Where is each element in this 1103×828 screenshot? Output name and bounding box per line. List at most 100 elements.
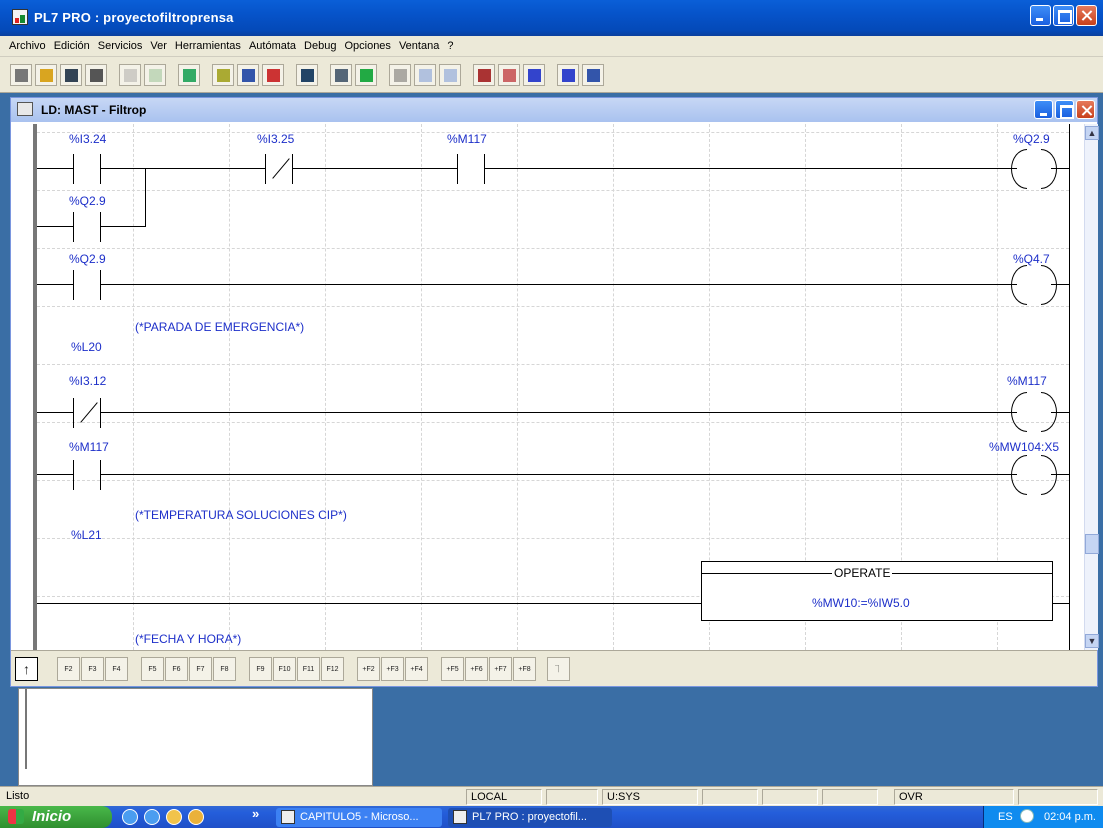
no-contact[interactable] (73, 270, 101, 300)
browser-icon[interactable] (144, 809, 160, 825)
ie-icon[interactable] (122, 809, 138, 825)
menu-debug[interactable]: Debug (300, 40, 340, 52)
toolbar-separator (380, 64, 386, 86)
undo-icon[interactable] (119, 64, 141, 86)
oper-icon[interactable]: +F3 (381, 657, 404, 681)
stop-icon[interactable] (414, 64, 436, 86)
menu-ver[interactable]: Ver (146, 40, 171, 52)
variables-icon[interactable] (262, 64, 284, 86)
folder-icon[interactable] (166, 809, 182, 825)
status-user: U:SYS (602, 789, 698, 805)
pl7-task-icon (453, 810, 467, 824)
cascade-icon[interactable] (498, 64, 520, 86)
no-contact-icon[interactable]: F2 (57, 657, 80, 681)
set-coil-icon[interactable]: F11 (297, 657, 320, 681)
validate-icon[interactable] (144, 64, 166, 86)
rung-label: %L20 (71, 340, 102, 354)
neg-coil-icon[interactable]: F10 (273, 657, 296, 681)
task-word[interactable]: CAPITULO5 - Microso... (276, 808, 442, 827)
menu-opciones[interactable]: Opciones (340, 40, 394, 52)
scroll-thumb[interactable] (1085, 534, 1099, 554)
operate-block[interactable]: OPERATE %MW10:=%IW5.0 (701, 561, 1053, 621)
close-button[interactable] (1076, 5, 1097, 26)
context-help-icon[interactable] (582, 64, 604, 86)
reset-coil-icon[interactable]: F12 (321, 657, 344, 681)
language-indicator[interactable]: ES (998, 806, 1013, 828)
tile-icon[interactable] (473, 64, 495, 86)
ladder-diagram[interactable]: %I3.24 %I3.25 %M117 %Q2.9 %Q2.9 %Q2.9 %Q… (19, 124, 1083, 650)
menu-herramientas[interactable]: Herramientas (171, 40, 245, 52)
no-contact[interactable] (457, 154, 485, 184)
nc-contact[interactable] (73, 398, 101, 428)
find-icon[interactable] (237, 64, 259, 86)
jump-icon[interactable]: +F2 (357, 657, 380, 681)
task-pl7[interactable]: PL7 PRO : proyectofil... (448, 808, 612, 827)
nc-contact-icon[interactable]: F3 (81, 657, 104, 681)
init-icon[interactable] (439, 64, 461, 86)
menu-servicios[interactable]: Servicios (94, 40, 147, 52)
print-icon[interactable] (85, 64, 107, 86)
coil[interactable] (1011, 149, 1057, 189)
comp-v-icon[interactable]: +F5 (441, 657, 464, 681)
menu-help[interactable]: ? (443, 40, 457, 52)
help-icon[interactable] (557, 64, 579, 86)
coil[interactable] (1011, 392, 1057, 432)
maximize-button[interactable] (1053, 5, 1074, 26)
up-arrow-icon[interactable]: ↑ (15, 657, 38, 681)
status-empty (546, 789, 598, 805)
menu-edicion[interactable]: Edición (50, 40, 94, 52)
call-icon[interactable]: +F6 (465, 657, 488, 681)
ld-close-button[interactable] (1076, 100, 1095, 119)
contact-label: %M117 (69, 440, 109, 454)
vertical-scrollbar[interactable]: ▲ ▼ (1084, 124, 1099, 650)
save-icon[interactable] (60, 64, 82, 86)
menu-automata[interactable]: Autómata (245, 40, 300, 52)
status-empty (1018, 789, 1098, 805)
app-title-bar[interactable]: PL7 PRO : proyectofiltroprensa (0, 0, 1103, 36)
menu-ventana[interactable]: Ventana (395, 40, 443, 52)
scroll-up-icon[interactable]: ▲ (1085, 126, 1099, 140)
io-icon[interactable] (296, 64, 318, 86)
task-label: PL7 PRO : proyectofil... (472, 811, 587, 823)
pl7-app-icon[interactable] (12, 9, 28, 25)
return-icon[interactable]: ⏋ (547, 657, 570, 681)
new-icon[interactable] (10, 64, 32, 86)
tool-icon[interactable] (188, 809, 204, 825)
open-icon[interactable] (35, 64, 57, 86)
chevron-icon[interactable]: » (252, 806, 259, 821)
ld-editor-icon[interactable] (212, 64, 234, 86)
coil-icon[interactable]: F9 (249, 657, 272, 681)
window-icon[interactable] (523, 64, 545, 86)
ld-minimize-button[interactable] (1034, 100, 1053, 119)
start-button[interactable]: Inicio (0, 806, 112, 828)
transfer-icon[interactable] (178, 64, 200, 86)
fb-icon[interactable]: +F7 (489, 657, 512, 681)
right-power-rail (1069, 124, 1070, 650)
tray-expand-icon[interactable] (1020, 809, 1034, 823)
taskbar: Inicio » CAPITULO5 - Microso... PL7 PRO … (0, 806, 1103, 828)
menu-archivo[interactable]: Archivo (5, 40, 50, 52)
fill-line-icon[interactable]: F8 (213, 657, 236, 681)
memory-icon[interactable] (355, 64, 377, 86)
p-contact-icon[interactable]: F4 (105, 657, 128, 681)
func-icon[interactable]: +F8 (513, 657, 536, 681)
ld-window-title-bar[interactable]: LD: MAST - Filtrop (11, 98, 1097, 122)
n-contact-icon[interactable]: F5 (141, 657, 164, 681)
coil[interactable] (1011, 455, 1057, 495)
coil-label: %Q4.7 (1013, 252, 1050, 266)
scroll-down-icon[interactable]: ▼ (1085, 634, 1099, 648)
ld-maximize-button[interactable] (1055, 100, 1074, 119)
nc-contact[interactable] (265, 154, 293, 184)
run-icon[interactable] (389, 64, 411, 86)
coil[interactable] (1011, 265, 1057, 305)
minimize-button[interactable] (1030, 5, 1051, 26)
ld-window-icon[interactable] (17, 102, 33, 116)
screen-icon[interactable] (330, 64, 352, 86)
hline-icon[interactable]: F6 (165, 657, 188, 681)
vline-icon[interactable]: F7 (189, 657, 212, 681)
no-contact[interactable] (73, 212, 101, 242)
no-contact[interactable] (73, 154, 101, 184)
comp-h-icon[interactable]: +F4 (405, 657, 428, 681)
coil-label: %MW104:X5 (989, 440, 1060, 454)
no-contact[interactable] (73, 460, 101, 490)
